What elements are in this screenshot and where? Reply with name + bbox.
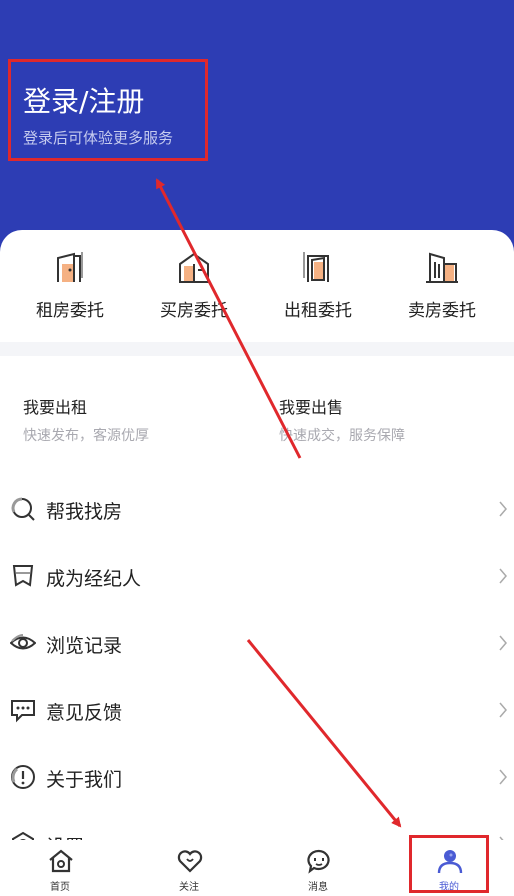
menu-item-become-agent[interactable]: 成为经纪人 — [0, 543, 514, 609]
rent-out-title: 我要出租 — [23, 398, 88, 417]
sell-entry[interactable]: 我要出售 快速成交，服务保障 — [279, 394, 405, 445]
entrust-rent-button[interactable]: 租房委托 — [8, 230, 132, 342]
tab-messages[interactable]: 消息 — [258, 840, 378, 896]
entrust-label: 卖房委托 — [408, 301, 476, 321]
menu-label: 成为经纪人 — [46, 568, 142, 590]
tab-label: 消息 — [308, 882, 328, 893]
entrust-card: 租房委托 买房委托 出租委托 卖房委托 — [0, 230, 514, 342]
chevron-right-icon — [499, 769, 507, 785]
chevron-right-icon — [499, 501, 507, 517]
menu-label: 帮我找房 — [46, 501, 123, 523]
annotation-box-mine — [409, 835, 489, 893]
tab-label: 关注 — [179, 882, 199, 893]
chevron-right-icon — [499, 702, 507, 718]
entrust-lease-button[interactable]: 出租委托 — [256, 230, 380, 342]
menu-label: 浏览记录 — [46, 635, 123, 657]
house-icon — [179, 252, 209, 283]
entrust-sell-button[interactable]: 卖房委托 — [380, 230, 504, 342]
search-icon — [11, 497, 35, 521]
menu-item-feedback[interactable]: 意见反馈 — [0, 677, 514, 743]
building-icon — [426, 252, 458, 283]
message-icon — [307, 849, 330, 874]
entrust-buy-button[interactable]: 买房委托 — [132, 230, 256, 342]
feedback-icon — [11, 700, 35, 723]
info-icon — [11, 765, 35, 789]
menu-item-about-us[interactable]: 关于我们 — [0, 744, 514, 810]
entrust-label: 买房委托 — [160, 301, 228, 321]
home-icon — [49, 849, 73, 873]
tab-home[interactable]: 首页 — [0, 840, 120, 896]
tab-label: 首页 — [50, 882, 70, 893]
menu-label: 关于我们 — [46, 769, 123, 791]
section-divider — [0, 342, 514, 356]
door-icon — [57, 252, 83, 282]
annotation-box-login — [8, 59, 208, 161]
entrust-label: 租房委托 — [36, 301, 104, 321]
rent-out-entry[interactable]: 我要出租 快速发布，客源优厚 — [23, 394, 149, 445]
menu-item-find-house[interactable]: 帮我找房 — [0, 476, 514, 542]
eye-icon — [10, 634, 36, 650]
badge-icon — [12, 565, 34, 587]
chevron-right-icon — [499, 635, 507, 651]
rent-sell-section: 我要出租 快速发布，客源优厚 我要出售 快速成交，服务保障 — [0, 356, 514, 476]
menu-item-browse-history[interactable]: 浏览记录 — [0, 610, 514, 676]
sell-title: 我要出售 — [279, 398, 344, 417]
chevron-right-icon — [499, 568, 507, 584]
rent-out-subtitle: 快速发布，客源优厚 — [23, 428, 149, 444]
tab-follow[interactable]: 关注 — [129, 840, 249, 896]
sell-subtitle: 快速成交，服务保障 — [279, 428, 405, 444]
menu-label: 意见反馈 — [46, 702, 123, 724]
door-open-icon — [303, 252, 329, 282]
entrust-label: 出租委托 — [284, 301, 352, 321]
heart-icon — [177, 850, 203, 873]
